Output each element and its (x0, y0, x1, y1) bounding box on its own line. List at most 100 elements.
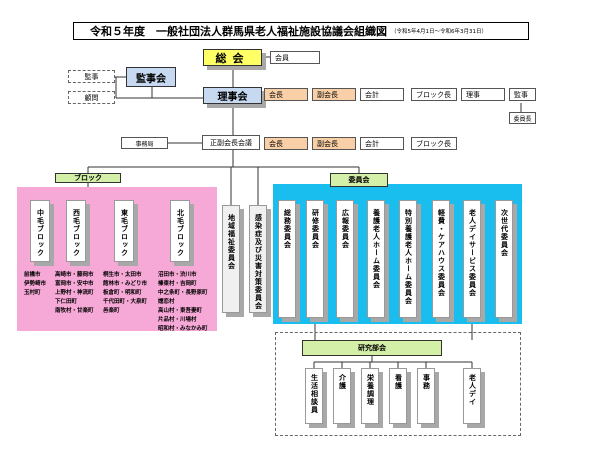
block-member-line: 千代田町・大泉町 (103, 299, 148, 305)
block-member-line: 片品村・川場村 (158, 317, 197, 323)
committee-header-label: 委員会 (348, 176, 370, 184)
vice-meeting-box: 正副会長会議 (202, 135, 260, 150)
vertical-label: 広報委員会 (341, 209, 350, 249)
members-label: 会員 (275, 53, 289, 62)
block-column-seimo: 西毛ブロック (66, 200, 86, 262)
research-header: 研究部会 (302, 340, 442, 356)
vertical-label: 特別養護老人ホーム委員会 (404, 209, 413, 305)
board-role-treasurer: 会計 (360, 88, 404, 101)
block-member-line: 嬬恋村 (158, 299, 175, 305)
vertical-label: 栄養調理 (366, 374, 375, 406)
board-role-auditor: 監事 (509, 88, 536, 101)
vertical-label: 研修委員会 (311, 209, 320, 249)
committee-column: 広報委員会 (336, 200, 354, 318)
auditors-group-box: 監事会 (126, 67, 176, 87)
vice-role-label: 副会長 (317, 139, 338, 148)
general-meeting-label: 総会 (215, 51, 250, 65)
board-role-president: 会長 (264, 88, 308, 101)
board-role-block-chief: ブロック長 (411, 88, 457, 101)
vice-role-president: 会長 (264, 137, 308, 150)
vice-role-vice-president: 副会長 (312, 137, 356, 150)
committee-column: 研修委員会 (306, 200, 324, 318)
advisor-label: 顧問 (84, 93, 99, 102)
vertical-label: 老人デイ (468, 374, 477, 406)
committee-column: 養護老人ホーム委員会 (367, 200, 385, 318)
block-members-chumo: 前橋市伊勢崎市玉村町 (24, 271, 46, 298)
vice-role-label: ブロック長 (416, 139, 451, 148)
vertical-label: 次世代委員会 (500, 209, 509, 257)
board-box: 理事会 (203, 87, 262, 104)
block-column-chumo: 中毛ブロック (30, 200, 50, 262)
block-member-line: 玉村町 (24, 290, 41, 296)
vertical-label: 総務委員会 (283, 209, 292, 249)
research-column: 老人デイ (463, 368, 481, 424)
research-column: 栄養調理 (361, 368, 379, 424)
block-member-line: 富岡市・安中市 (55, 281, 94, 287)
vice-meeting-label: 正副会長会議 (210, 138, 252, 147)
block-member-line: 邑楽町 (103, 308, 120, 314)
board-role-label: 副会長 (317, 90, 338, 99)
block-member-line: 伊勢崎市 (24, 281, 47, 287)
research-column: 事務 (417, 368, 435, 424)
committee-column: 次世代委員会 (495, 200, 513, 318)
block-member-line: 桐生市・太田市 (103, 272, 142, 278)
block-member-line: 板倉町・明和町 (103, 290, 142, 296)
vertical-label: 西毛ブロック (72, 209, 81, 257)
vertical-label: 事務 (422, 374, 431, 390)
general-meeting-box: 総会 (203, 49, 262, 66)
committee-chair-label: 委員長 (513, 115, 532, 123)
committee-column: 老人デイサービス委員会 (463, 200, 481, 318)
committee-column: 特別養護老人ホーム委員会 (399, 200, 417, 318)
board-role-label: 会計 (365, 90, 379, 99)
vertical-label: 看護 (394, 374, 403, 390)
committee-header: 委員会 (330, 173, 388, 187)
research-column: 生活相談員 (305, 368, 323, 424)
research-column: 看護 (389, 368, 407, 424)
block-member-line: 館林市・みどり市 (103, 281, 148, 287)
board-role-label: 理事 (466, 90, 480, 99)
office-box: 事務局 (121, 137, 168, 149)
vertical-label: 軽費・ケアハウス委員会 (437, 209, 446, 297)
independent-committee-infection: 感染症及び災害対策委員会 (249, 205, 267, 313)
independent-committee-regional: 地域福祉委員会 (222, 205, 240, 313)
vertical-label: 地域福祉委員会 (227, 214, 236, 270)
research-column: 介護 (333, 368, 351, 424)
block-member-line: 沼田市・渋川市 (158, 272, 197, 278)
board-role-vice-president: 副会長 (312, 88, 356, 101)
block-members-seimo: 高崎市・藤岡市 富岡市・安中市 上野村・神流町 下仁田町南牧村・甘楽町 (55, 271, 94, 316)
board-role-label: ブロック長 (416, 90, 451, 99)
block-member-line: 前橋市 (24, 272, 41, 278)
vertical-label: 養護老人ホーム委員会 (372, 209, 381, 289)
block-column-tomo: 東毛ブロック (114, 200, 134, 262)
block-member-line: 上野村・神流町 (55, 290, 94, 296)
vertical-label: 介護 (338, 374, 347, 390)
board-role-director: 理事 (461, 88, 505, 101)
block-header-label: ブロック (74, 174, 102, 182)
block-member-line: 中之条町・長野原町 (158, 290, 208, 296)
advisor-box: 顧問 (68, 91, 115, 104)
vertical-label: 感染症及び災害対策委員会 (254, 214, 263, 310)
committee-column: 軽費・ケアハウス委員会 (432, 200, 450, 318)
vice-role-label: 会長 (269, 139, 283, 148)
block-member-line: 下仁田町 (55, 299, 78, 305)
block-member-line: 高山村・東吾妻町 (158, 308, 203, 314)
board-role-label: 監事 (514, 90, 528, 99)
vertical-label: 東毛ブロック (120, 209, 129, 257)
block-member-line: 南牧村・甘楽町 (55, 308, 94, 314)
vertical-label: 北毛ブロック (176, 209, 185, 257)
block-members-tomo: 桐生市・太田市 館林市・みどり市 板倉町・明和町 千代田町・大泉町 邑楽町 (103, 271, 147, 316)
block-members-hokumo: 沼田市・渋川市 榛東村・吉岡町中之条町・長野原町 嬬恋村高山村・東吾妻町 片品村・川場… (158, 271, 208, 334)
research-header-label: 研究部会 (358, 344, 386, 352)
vice-role-label: 会計 (365, 139, 379, 148)
vertical-label: 中毛ブロック (36, 209, 45, 257)
block-member-line: 榛東村・吉岡町 (158, 281, 197, 287)
block-member-line: 昭和村・みなかみ町 (158, 326, 208, 332)
office-label: 事務局 (135, 140, 154, 148)
block-member-line: 高崎市・藤岡市 (55, 272, 94, 278)
vice-role-treasurer: 会計 (360, 137, 404, 150)
board-role-label: 会長 (269, 90, 283, 99)
auditor-label: 監事 (84, 72, 99, 81)
block-header: ブロック (55, 173, 121, 183)
block-column-hokumo: 北毛ブロック (170, 200, 190, 262)
committee-column: 総務委員会 (278, 200, 296, 318)
